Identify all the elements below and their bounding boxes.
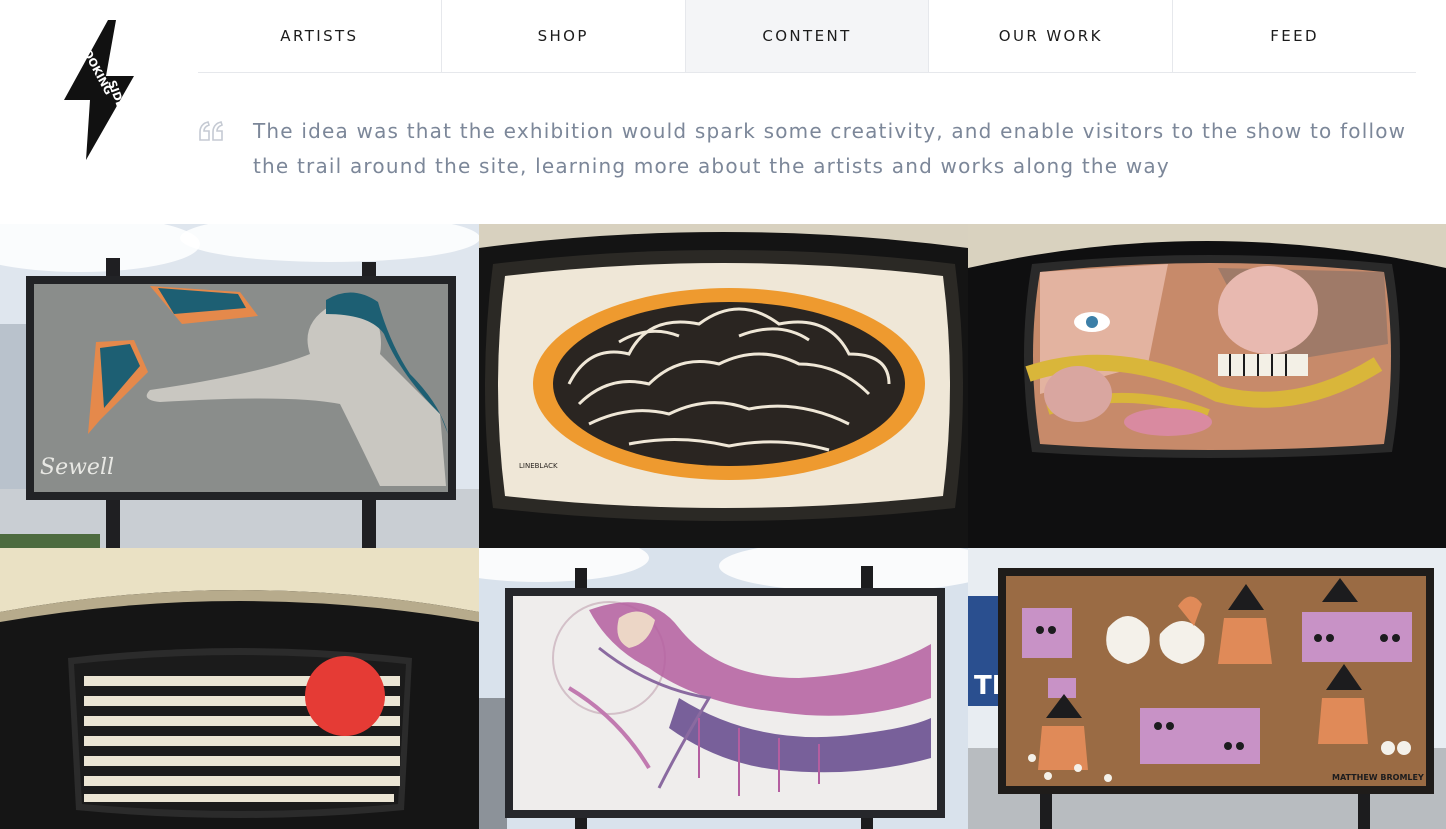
looking-sideways-logo[interactable]: LOOKING SIDEWAYS xyxy=(56,18,142,162)
svg-text:LINEBLACK: LINEBLACK xyxy=(519,462,558,470)
artwork-tile-characters[interactable]: TH MATTHEW BROMLEY xyxy=(968,548,1446,829)
nav-item-shop[interactable]: SHOP xyxy=(442,0,686,72)
artwork-tile-pop-skull[interactable] xyxy=(968,224,1446,548)
artwork-signature-sewell: Sewell xyxy=(40,455,114,480)
artwork-tile-purple-woman[interactable] xyxy=(479,548,968,829)
artwork-tile-line-clouds[interactable]: LINEBLACK xyxy=(479,224,968,548)
artwork-tile-striped-sun[interactable] xyxy=(0,548,479,829)
artwork-gallery: Sewell LINEBLACK TH MATTHEW BROMLEY xyxy=(0,224,1446,829)
artwork-signature-bromley: MATTHEW BROMLEY xyxy=(1332,773,1424,782)
nav-item-our-work[interactable]: OUR WORK xyxy=(929,0,1174,72)
main-navigation: ARTISTS SHOP CONTENT OUR WORK FEED xyxy=(198,0,1416,73)
quote-icon xyxy=(198,120,226,142)
artwork-tile-birds-woman[interactable]: Sewell xyxy=(0,224,479,548)
quote-text: The idea was that the exhibition would s… xyxy=(253,119,1407,178)
nav-item-artists[interactable]: ARTISTS xyxy=(198,0,442,72)
nav-item-feed[interactable]: FEED xyxy=(1173,0,1416,72)
nav-item-content[interactable]: CONTENT xyxy=(685,0,930,72)
